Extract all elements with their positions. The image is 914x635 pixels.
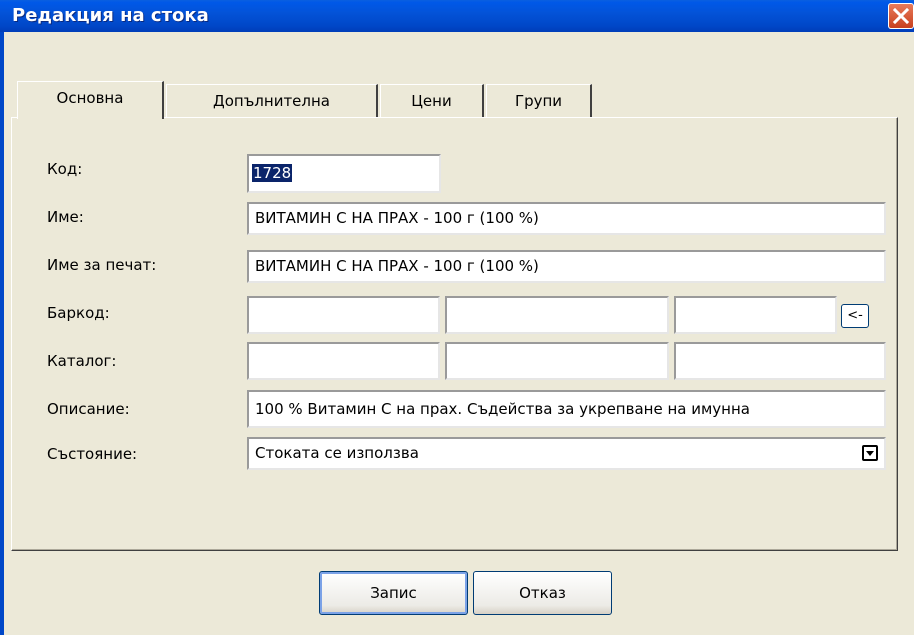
catalog-label: Каталог: <box>47 352 117 370</box>
code-input[interactable]: 1728 <box>247 154 441 193</box>
barcode-input-1[interactable] <box>247 296 440 334</box>
tab-groups-label: Групи <box>514 92 563 110</box>
tab-additional-label: Допълнителна <box>213 92 330 110</box>
name-value: ВИТАМИН С НА ПРАХ - 100 г (100 %) <box>255 209 539 227</box>
save-button-label: Запис <box>370 584 417 602</box>
status-select[interactable]: Стоката се използва <box>247 437 886 470</box>
title-bar: Редакция на стока <box>0 0 914 32</box>
description-value: 100 % Витамин С на прах. Съдейства за ук… <box>255 400 750 418</box>
barcode-input-2[interactable] <box>445 296 669 334</box>
close-icon <box>892 7 910 25</box>
status-label: Състояние: <box>47 445 138 463</box>
print-name-label: Име за печат: <box>47 256 157 274</box>
tab-prices-label: Цени <box>411 92 452 110</box>
tab-panel-main <box>11 117 898 551</box>
catalog-input-3[interactable] <box>674 342 886 380</box>
window-frame-left <box>0 32 4 635</box>
barcode-back-button[interactable]: <- <box>841 304 869 328</box>
close-button[interactable] <box>888 3 914 29</box>
dropdown-toggle[interactable] <box>862 445 878 461</box>
code-value: 1728 <box>252 164 293 182</box>
cancel-button[interactable]: Отказ <box>473 571 612 615</box>
tab-prices[interactable]: Цени <box>380 84 484 117</box>
print-name-value: ВИТАМИН С НА ПРАХ - 100 г (100 %) <box>255 257 539 275</box>
barcode-label: Баркод: <box>47 304 110 322</box>
tab-additional[interactable]: Допълнителна <box>166 84 378 117</box>
window-title: Редакция на стока <box>12 5 209 26</box>
cancel-button-label: Отказ <box>519 584 566 602</box>
tab-main-label: Основна <box>56 89 124 107</box>
status-value: Стоката се използва <box>255 444 419 462</box>
name-input[interactable]: ВИТАМИН С НА ПРАХ - 100 г (100 %) <box>247 202 886 235</box>
print-name-input[interactable]: ВИТАМИН С НА ПРАХ - 100 г (100 %) <box>247 250 886 283</box>
catalog-input-2[interactable] <box>445 342 669 380</box>
description-input[interactable]: 100 % Витамин С на прах. Съдейства за ук… <box>247 390 886 428</box>
description-label: Описание: <box>47 400 130 418</box>
barcode-back-label: <- <box>847 308 863 323</box>
barcode-input-3[interactable] <box>674 296 837 334</box>
save-button[interactable]: Запис <box>319 571 468 615</box>
code-label: Код: <box>47 160 83 178</box>
tab-main[interactable]: Основна <box>17 81 164 119</box>
chevron-down-icon <box>866 451 874 456</box>
catalog-input-1[interactable] <box>247 342 440 380</box>
name-label: Име: <box>47 208 84 226</box>
tab-groups[interactable]: Групи <box>486 84 592 117</box>
